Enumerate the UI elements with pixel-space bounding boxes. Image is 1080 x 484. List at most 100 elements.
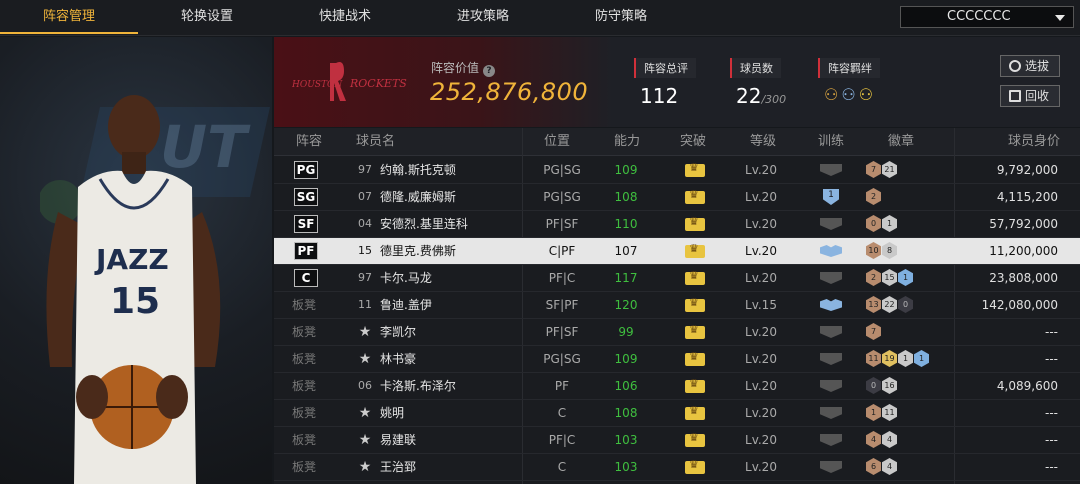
badge-icon[interactable]: 7	[866, 323, 881, 340]
crown-icon[interactable]	[685, 350, 705, 366]
player-value: ---	[1045, 352, 1058, 366]
badge-icon[interactable]: 19	[882, 350, 897, 367]
crown-icon[interactable]	[685, 404, 705, 420]
player-name[interactable]: 姚明	[380, 400, 404, 426]
training-icon[interactable]	[820, 461, 842, 473]
badge-icon[interactable]: 4	[882, 431, 897, 448]
training-icon[interactable]	[820, 164, 842, 176]
badge-icon[interactable]: 15	[882, 269, 897, 286]
table-row[interactable]: 板凳 06 卡洛斯.布泽尔 PF 106 Lv.20 016 4,089,600	[274, 373, 1080, 400]
player-name[interactable]: 易建联	[380, 427, 416, 453]
player-count-label: 球员数	[730, 58, 781, 78]
table-row[interactable]: PG 97 约翰.斯托克顿 PG|SG 109 Lv.20 721 9,792,000	[274, 157, 1080, 184]
badge-icon[interactable]: 2	[866, 269, 881, 286]
badge-icon[interactable]: 16	[882, 377, 897, 394]
crown-icon[interactable]	[685, 458, 705, 474]
col-badges[interactable]: 徽章	[888, 128, 914, 156]
crown-icon[interactable]	[685, 161, 705, 177]
select-button[interactable]: 选拔	[1000, 55, 1060, 77]
badge-icon[interactable]: 1	[866, 404, 881, 421]
table-row[interactable]: 板凳 11 鲁迪.盖伊 SF|PF 120 Lv.15 13220 142,080,000	[274, 292, 1080, 319]
col-name[interactable]: 球员名	[356, 128, 395, 156]
badge-icon[interactable]: 8	[882, 242, 897, 259]
col-value[interactable]: 球员身价	[1008, 128, 1060, 156]
table-row[interactable]: C 97 卡尔.马龙 PF|C 117 Lv.20 2151 23,808,000	[274, 265, 1080, 292]
player-name[interactable]: 李凯尔	[380, 319, 416, 345]
training-icon[interactable]	[820, 218, 842, 230]
badge-icon[interactable]: 11	[882, 404, 897, 421]
team-dropdown[interactable]: CCCCCCC	[900, 6, 1074, 28]
player-name[interactable]: 王治郅	[380, 454, 416, 480]
training-icon[interactable]	[820, 326, 842, 338]
player-name[interactable]: 德里克.费佛斯	[380, 238, 456, 264]
player-name[interactable]: 德隆.威廉姆斯	[380, 184, 456, 210]
training-icon[interactable]	[820, 407, 842, 419]
crown-icon[interactable]	[685, 215, 705, 231]
crown-icon[interactable]	[685, 269, 705, 285]
training-icon[interactable]	[820, 380, 842, 392]
table-row[interactable]: SF 04 安德烈.基里连科 PF|SF 110 Lv.20 01 57,792,000	[274, 211, 1080, 238]
tab-rotation[interactable]: 轮换设置	[138, 0, 276, 34]
badge-list: 64	[866, 458, 898, 476]
badge-icon[interactable]: 1	[898, 269, 913, 286]
table-row[interactable]: 板凳 ★ 易建联 PF|C 103 Lv.20 44 ---	[274, 427, 1080, 454]
crown-icon[interactable]	[685, 377, 705, 393]
badge-icon[interactable]: 1	[914, 350, 929, 367]
player-name[interactable]: 卡尔.马龙	[380, 265, 432, 291]
col-slot[interactable]: 阵容	[296, 128, 322, 156]
training-icon[interactable]	[820, 245, 842, 257]
table-row[interactable]: 板凳 ★ 李凯尔 PF|SF 99 Lv.20 7 ---	[274, 319, 1080, 346]
player-name[interactable]: 卡洛斯.布泽尔	[380, 373, 456, 399]
player-name[interactable]: 林书豪	[380, 346, 416, 372]
badge-icon[interactable]: 10	[866, 242, 881, 259]
training-icon[interactable]	[820, 272, 842, 284]
crown-icon[interactable]	[685, 431, 705, 447]
player-ability: 108	[614, 190, 638, 204]
col-position[interactable]: 位置	[544, 128, 570, 156]
table-row[interactable]: PF 15 德里克.费佛斯 C|PF 107 Lv.20 108 11,200,000	[274, 238, 1080, 265]
badge-icon[interactable]: 0	[866, 215, 881, 232]
badge-icon[interactable]: 11	[866, 350, 881, 367]
badge-icon[interactable]: 13	[866, 296, 881, 313]
recall-button[interactable]: 回收	[1000, 85, 1060, 107]
overall-rating-label: 阵容总评	[634, 58, 696, 78]
badge-icon[interactable]: 6	[866, 458, 881, 475]
star-icon: ★	[358, 351, 372, 367]
bond-icons[interactable]: ⚇⚇⚇	[824, 85, 880, 104]
tab-quick-tactics[interactable]: 快捷战术	[276, 0, 414, 34]
col-breakthrough[interactable]: 突破	[680, 128, 706, 156]
badge-icon[interactable]: 0	[866, 377, 881, 394]
crown-icon[interactable]	[685, 296, 705, 312]
col-level[interactable]: 等级	[750, 128, 776, 156]
player-name[interactable]: 约翰.斯托克顿	[380, 157, 456, 183]
table-row[interactable]: 板凳 ★ 姚明 C 108 Lv.20 111 ---	[274, 400, 1080, 427]
table-row[interactable]: 板凳★林书豪PG|SG109Lv.20111911---	[274, 346, 1080, 373]
training-icon[interactable]	[820, 434, 842, 446]
tab-lineup[interactable]: 阵容管理	[0, 0, 138, 34]
badge-icon[interactable]: 21	[882, 161, 897, 178]
badge-icon[interactable]: 4	[866, 431, 881, 448]
table-row[interactable]: SG 07 德隆.威廉姆斯 PG|SG 108 Lv.20 1 2 4,115,200	[274, 184, 1080, 211]
player-name[interactable]: 安德烈.基里连科	[380, 211, 468, 237]
training-icon[interactable]	[820, 299, 842, 311]
badge-icon[interactable]: 1	[882, 215, 897, 232]
tab-defense[interactable]: 防守策略	[552, 0, 690, 34]
help-icon[interactable]: ?	[483, 65, 496, 77]
badge-icon[interactable]: 4	[882, 458, 897, 475]
col-ability[interactable]: 能力	[614, 128, 640, 156]
training-shield-icon[interactable]: 1	[823, 189, 839, 205]
badge-icon[interactable]: 0	[898, 296, 913, 313]
table-row[interactable]: 板凳 ★ 王治郅 C 103 Lv.20 64 ---	[274, 454, 1080, 481]
crown-icon[interactable]	[685, 188, 705, 204]
badge-icon[interactable]: 1	[898, 350, 913, 367]
tab-offense[interactable]: 进攻策略	[414, 0, 552, 34]
player-name[interactable]: 鲁迪.盖伊	[380, 292, 432, 318]
crown-icon[interactable]	[685, 242, 705, 258]
col-training[interactable]: 训练	[818, 128, 844, 156]
training-icon[interactable]	[820, 353, 842, 365]
badge-icon[interactable]: 2	[866, 188, 881, 205]
player-value: 57,792,000	[989, 217, 1058, 231]
badge-icon[interactable]: 7	[866, 161, 881, 178]
crown-icon[interactable]	[685, 323, 705, 339]
badge-icon[interactable]: 22	[882, 296, 897, 313]
